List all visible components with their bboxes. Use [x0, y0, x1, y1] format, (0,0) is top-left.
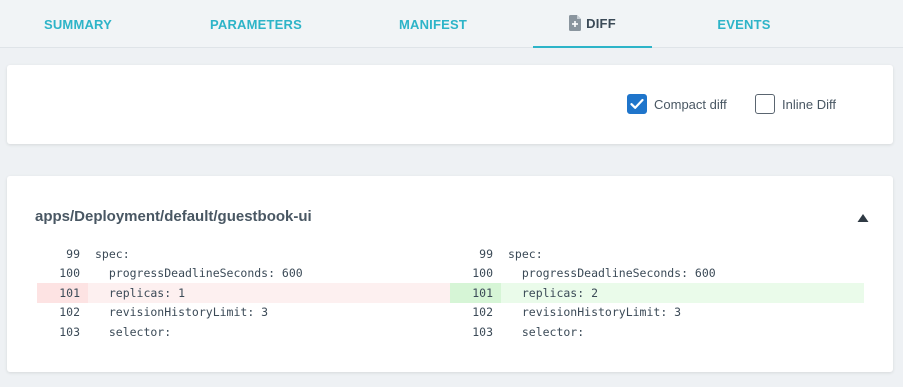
line-code: replicas: 2	[501, 283, 864, 303]
line-number: 101	[450, 283, 501, 303]
tab-parameters-label: PARAMETERS	[209, 16, 303, 32]
inline-diff-checkbox[interactable]	[755, 94, 775, 114]
line-number: 102	[472, 305, 493, 320]
line-code: spec:	[95, 246, 130, 261]
diff-line-removed: 101 replicas: 1	[37, 283, 451, 303]
line-code: selector:	[508, 324, 585, 339]
line-number: 99	[479, 246, 493, 261]
file-diff-icon	[569, 15, 582, 31]
tab-summary-label: SUMMARY	[43, 16, 113, 32]
line-number: 102	[59, 305, 80, 320]
line-number: 103	[59, 324, 80, 339]
line-code: revisionHistoryLimit: 3	[508, 305, 682, 320]
compact-diff-checkbox[interactable]	[627, 94, 647, 114]
line-code: progressDeadlineSeconds: 600	[508, 266, 716, 281]
tab-manifest[interactable]: MANIFEST	[368, 0, 498, 48]
caret-up-icon[interactable]	[857, 210, 869, 222]
diff-line: 100 progressDeadlineSeconds: 600	[450, 264, 864, 284]
line-number: 100	[59, 266, 80, 281]
diff-line: 103 selector:	[450, 322, 864, 342]
line-number: 101	[37, 283, 88, 303]
line-code: spec:	[508, 246, 543, 261]
diff-line: 102 revisionHistoryLimit: 3	[37, 303, 451, 323]
diff-line: 99 spec:	[450, 244, 864, 264]
tab-diff-label: DIFF	[586, 15, 616, 31]
line-number: 99	[66, 246, 80, 261]
tab-summary[interactable]: SUMMARY	[14, 0, 142, 48]
line-number: 100	[472, 266, 493, 281]
diff-line-added: 101 replicas: 2	[450, 283, 864, 303]
diff-options-panel: Compact diff Inline Diff	[7, 65, 893, 144]
inline-diff-label: Inline Diff	[782, 96, 836, 112]
resource-title: apps/Deployment/default/guestbook-ui	[35, 208, 312, 225]
tab-bar: SUMMARY PARAMETERS MANIFEST DIFF EVENTS	[0, 0, 903, 48]
check-icon	[630, 98, 644, 109]
resource-diff-panel: apps/Deployment/default/guestbook-ui 99 …	[7, 176, 893, 372]
diff-line: 100 progressDeadlineSeconds: 600	[37, 264, 451, 284]
line-number: 103	[472, 324, 493, 339]
line-code: progressDeadlineSeconds: 600	[95, 266, 303, 281]
line-code: replicas: 1	[88, 283, 451, 303]
diff-line: 102 revisionHistoryLimit: 3	[450, 303, 864, 323]
diff-pane-right: 99 spec: 100 progressDeadlineSeconds: 60…	[450, 244, 864, 342]
diff-pane-left: 99 spec: 100 progressDeadlineSeconds: 60…	[37, 244, 451, 342]
diff-line: 103 selector:	[37, 322, 451, 342]
tab-parameters[interactable]: PARAMETERS	[191, 0, 321, 48]
tab-diff[interactable]: DIFF	[533, 0, 652, 48]
diff-line: 99 spec:	[37, 244, 451, 264]
compact-diff-option[interactable]: Compact diff	[627, 93, 727, 115]
inline-diff-option[interactable]: Inline Diff	[755, 93, 836, 115]
tab-events[interactable]: EVENTS	[684, 0, 804, 48]
compact-diff-label: Compact diff	[654, 96, 727, 112]
line-code: selector:	[95, 324, 172, 339]
line-code: revisionHistoryLimit: 3	[95, 305, 269, 320]
tab-events-label: EVENTS	[717, 16, 771, 32]
tab-manifest-label: MANIFEST	[398, 16, 468, 32]
